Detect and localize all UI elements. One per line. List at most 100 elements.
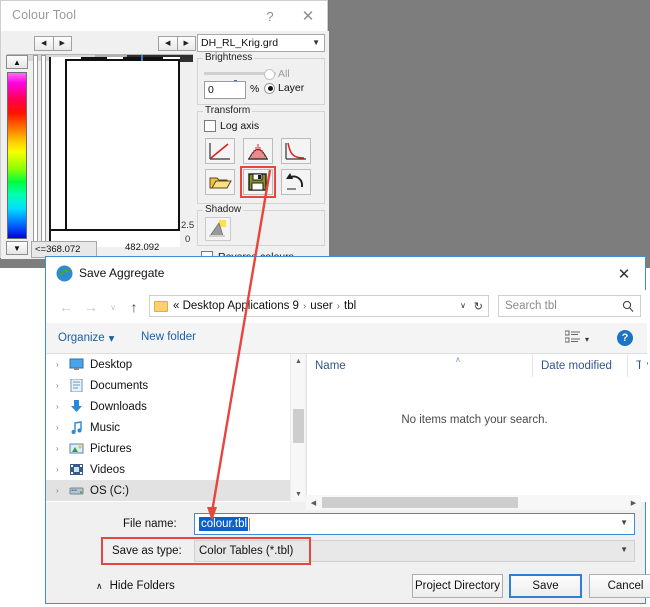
tree-item-desktop[interactable]: › Desktop: [46, 354, 290, 375]
transform-group: Transform Log axis: [197, 111, 325, 204]
documents-icon: [69, 379, 84, 392]
chevron-down-icon[interactable]: ∨: [460, 301, 466, 310]
ramp-scroll-up-icon[interactable]: ▲: [6, 55, 28, 69]
layer-combo[interactable]: DH_RL_Krig.grd ▼: [197, 34, 325, 52]
save-floppy-icon[interactable]: [243, 169, 273, 195]
new-folder-button[interactable]: New folder: [141, 331, 196, 343]
radio-icon: [264, 83, 275, 94]
view-options-button[interactable]: ▾: [565, 330, 589, 349]
curve-transform-icon[interactable]: [281, 138, 311, 164]
scrollbar-thumb[interactable]: [322, 497, 518, 508]
expand-chevron-icon[interactable]: ›: [56, 402, 69, 411]
tree-item-pictures[interactable]: › Pictures: [46, 438, 290, 459]
range-slider-low[interactable]: [33, 55, 38, 253]
forward-button[interactable]: →: [81, 297, 101, 317]
brightness-input[interactable]: 0: [204, 81, 246, 99]
scroll-up-icon[interactable]: ▲: [291, 354, 306, 369]
histogram-marker: [141, 55, 143, 61]
brightness-group: Brightness 0 % All Layer: [197, 58, 325, 105]
scrollbar-thumb[interactable]: [293, 409, 304, 443]
file-list-pane[interactable]: Name ∧ Date modified Ty No items match y…: [306, 354, 641, 502]
tree-item-videos[interactable]: › Videos: [46, 459, 290, 480]
histogram-curve-bottom: [51, 229, 180, 231]
recent-locations-button[interactable]: ∨: [106, 297, 120, 317]
navigation-tree[interactable]: › Desktop › Documents › Downloads ›: [46, 354, 290, 502]
log-axis-checkbox[interactable]: Log axis: [204, 120, 259, 132]
refresh-icon[interactable]: ↻: [474, 300, 483, 313]
tree-item-music[interactable]: › Music: [46, 417, 290, 438]
scroll-down-icon[interactable]: ▼: [291, 487, 306, 502]
expand-chevron-icon[interactable]: ›: [56, 360, 69, 369]
shadow-cone-icon[interactable]: [205, 217, 231, 241]
colour-ramp[interactable]: [7, 72, 27, 239]
scroll-left-icon[interactable]: ◀: [306, 495, 321, 510]
project-directory-button[interactable]: Project Directory: [412, 574, 503, 598]
search-input[interactable]: Search tbl: [498, 295, 641, 317]
file-list-horizontal-scrollbar[interactable]: ◀ ▶: [306, 495, 641, 510]
save-as-type-value: Color Tables (*.tbl): [199, 545, 293, 557]
search-placeholder: Search tbl: [505, 300, 557, 312]
spin-left-increase-icon[interactable]: ▶: [54, 36, 73, 51]
open-folder-icon[interactable]: [205, 169, 235, 195]
chevron-down-icon: ▾: [109, 331, 115, 345]
file-name-field[interactable]: colour.tbl ▼: [194, 513, 635, 535]
tree-item-downloads[interactable]: › Downloads: [46, 396, 290, 417]
spin-right-decrease-icon[interactable]: ◀: [158, 36, 178, 51]
breadcrumb-segment-0[interactable]: « Desktop Applications 9: [173, 300, 299, 312]
tree-item-data-d[interactable]: › DATA (D:): [46, 501, 290, 502]
file-list-vertical-scrollbar[interactable]: [641, 354, 647, 502]
range-slider-high[interactable]: [41, 55, 46, 253]
tree-vertical-scrollbar[interactable]: ▲ ▼: [290, 354, 305, 502]
column-header-name[interactable]: Name ∧: [307, 354, 533, 377]
close-icon[interactable]: ✕: [289, 1, 327, 31]
save-as-type-field[interactable]: Color Tables (*.tbl) ▼: [194, 540, 635, 562]
column-label: Name: [315, 360, 346, 372]
expand-chevron-icon[interactable]: ›: [56, 381, 69, 390]
tree-item-documents[interactable]: › Documents: [46, 375, 290, 396]
tree-item-label: Videos: [90, 464, 125, 476]
expand-chevron-icon[interactable]: ›: [56, 465, 69, 474]
hide-folders-button[interactable]: ∧ Hide Folders: [96, 580, 175, 592]
histogram-plot[interactable]: [49, 57, 180, 247]
app-icon: [56, 265, 73, 282]
undo-arrow-icon[interactable]: [281, 169, 311, 195]
help-button[interactable]: ?: [251, 1, 289, 31]
organize-button[interactable]: Organize ▾: [58, 331, 114, 345]
checkbox-icon: [204, 120, 216, 132]
drive-icon: [69, 484, 84, 497]
breadcrumb-segment-2[interactable]: tbl: [344, 300, 356, 312]
colour-tool-window: Colour Tool ? ✕ ◀ ▶ ◀ ▶ ▲ ▼: [0, 0, 328, 258]
hide-folders-label: Hide Folders: [110, 580, 175, 592]
spin-left-decrease-icon[interactable]: ◀: [34, 36, 54, 51]
help-button[interactable]: ?: [617, 330, 633, 346]
cancel-button[interactable]: Cancel: [589, 574, 650, 598]
tree-item-label: OS (C:): [90, 485, 129, 497]
chevron-down-icon[interactable]: ▼: [620, 518, 628, 527]
left-range-spinner[interactable]: ◀ ▶: [34, 36, 72, 51]
breadcrumb[interactable]: « Desktop Applications 9 › user › tbl ∨ …: [149, 295, 489, 317]
column-header-date-modified[interactable]: Date modified: [533, 354, 628, 377]
right-range-spinner[interactable]: ◀ ▶: [158, 36, 196, 51]
linear-ramp-icon[interactable]: [205, 138, 235, 164]
transform-group-label: Transform: [203, 105, 252, 116]
expand-chevron-icon[interactable]: ›: [56, 444, 69, 453]
breadcrumb-segment-1[interactable]: user: [310, 300, 332, 312]
tree-item-os-c[interactable]: › OS (C:): [46, 480, 290, 501]
expand-chevron-icon[interactable]: ›: [56, 423, 69, 432]
back-button[interactable]: ←: [56, 297, 76, 317]
brightness-all-radio[interactable]: All: [264, 68, 290, 80]
scroll-right-icon[interactable]: ▶: [626, 495, 641, 510]
close-icon[interactable]: ✕: [603, 257, 645, 290]
breadcrumb-separator-icon: ›: [337, 301, 340, 312]
brightness-layer-radio[interactable]: Layer: [264, 82, 304, 94]
histogram-equalize-icon[interactable]: [243, 138, 273, 164]
spin-right-increase-icon[interactable]: ▶: [178, 36, 197, 51]
up-one-level-button[interactable]: ↑: [124, 297, 144, 317]
save-button[interactable]: Save: [509, 574, 582, 598]
shadow-group-label: Shadow: [203, 204, 243, 215]
search-icon[interactable]: [622, 300, 634, 316]
file-name-value: colour.tbl: [199, 517, 248, 531]
expand-chevron-icon[interactable]: ›: [56, 486, 69, 495]
chevron-down-icon[interactable]: ▼: [620, 545, 628, 554]
chevron-down-icon[interactable]: ▼: [312, 38, 320, 47]
